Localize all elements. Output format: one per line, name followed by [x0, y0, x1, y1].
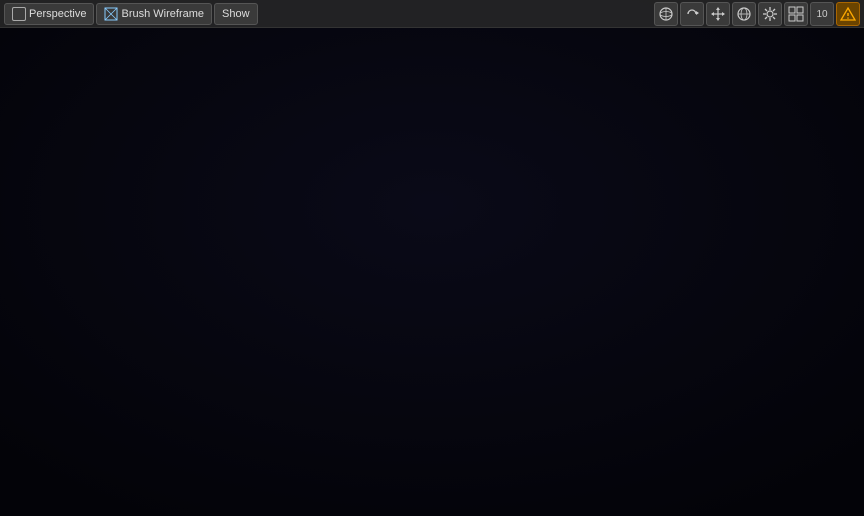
3d-viewport[interactable]: Perspective Brush Wireframe Show — [0, 0, 864, 516]
globe-button[interactable] — [732, 2, 756, 26]
grid-icon — [788, 6, 804, 22]
sphere-icon — [658, 6, 674, 22]
brush-wireframe-label: Brush Wireframe — [121, 8, 204, 20]
number-label: 10 — [816, 9, 827, 20]
grid-button[interactable] — [784, 2, 808, 26]
warning-button[interactable] — [836, 2, 860, 26]
right-toolbar: 10 — [654, 2, 860, 26]
warning-icon — [840, 6, 856, 22]
brush-wireframe-button[interactable]: Brush Wireframe — [96, 3, 212, 25]
settings-button[interactable] — [758, 2, 782, 26]
sphere-view-button[interactable] — [654, 2, 678, 26]
perspective-button[interactable]: Perspective — [4, 3, 94, 25]
rotate-icon — [684, 6, 700, 22]
move-icon — [710, 6, 726, 22]
settings-icon — [762, 6, 778, 22]
number-button[interactable]: 10 — [810, 2, 834, 26]
brush-wireframe-icon — [104, 7, 118, 21]
scene-objects — [0, 0, 864, 516]
globe-icon — [736, 6, 752, 22]
show-button[interactable]: Show — [214, 3, 258, 25]
perspective-icon — [12, 7, 26, 21]
move-button[interactable] — [706, 2, 730, 26]
perspective-label: Perspective — [29, 8, 86, 20]
show-label: Show — [222, 8, 250, 20]
rotate-button[interactable] — [680, 2, 704, 26]
